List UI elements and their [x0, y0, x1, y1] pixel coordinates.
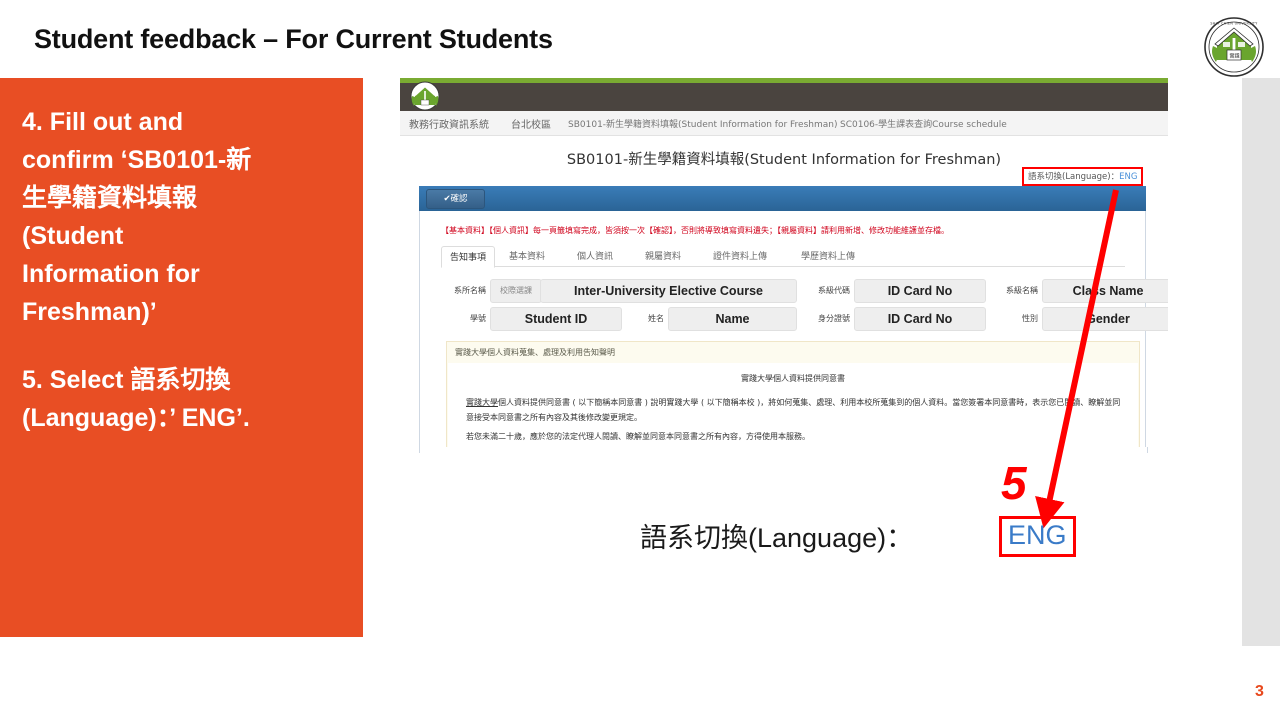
form-warning-text: 【基本資料】【個人資訊】每一頁籤填寫完成，皆須按一次【確認】，否則將導致填寫資料… [441, 226, 949, 235]
tab-document-upload[interactable]: 證件資料上傳 [705, 246, 775, 266]
label-name: 姓名 [648, 314, 664, 323]
instruction-line-1: 4. Fill out and [22, 108, 184, 136]
site-logo-icon [409, 80, 441, 112]
privacy-notice-box: 實踐大學個人資料蒐集、處理及利用告知聲明 實踐大學個人資料提供同意書 實踐大學個… [446, 341, 1140, 451]
right-decorative-strip [1242, 78, 1280, 646]
instruction-line-3: 生學籍資料填報 [22, 184, 198, 212]
privacy-notice-paragraph-2: 若您未滿二十歲，應於您的法定代理人閱讀、瞭解並同意本同意書之所有內容，方得使用本… [466, 432, 810, 441]
site-header [400, 80, 1168, 112]
value-department-code: 校際選課 [490, 279, 542, 303]
nav-item-sc0106[interactable]: SC0106-學生課表查詢Course schedule [840, 117, 1007, 130]
instruction-line-6: Freshman)’ [22, 298, 157, 326]
step-number-badge: 5 [1001, 457, 1027, 509]
instruction-line-2: confirm ‘SB0101-新 [22, 146, 252, 174]
form-field-row-2: 學號 Student ID 姓名 Name 身分證號 ID Card No 性別… [446, 307, 1168, 331]
browser-screenshot: 教務行政資訊系統 台北校區 SB0101-新生學籍資料填報(Student In… [400, 78, 1168, 453]
form-tab-bar: 告知事項 基本資料 個人資訊 親屬資料 證件資料上傳 學歷資料上傳 [441, 244, 1125, 268]
svg-text:實踐: 實踐 [1230, 53, 1240, 60]
form-panel-bottom-edge [419, 447, 1148, 453]
privacy-notice-paragraph-1-text: 個人資料提供同意書 ( 以下簡稱本同意書 ) 說明實踐大學 ( 以下簡稱本校 )… [466, 398, 1121, 422]
label-department-name: 系所名稱 [454, 286, 486, 295]
privacy-notice-paragraph-1: 實踐大學個人資料提供同意書 ( 以下簡稱本同意書 ) 說明實踐大學 ( 以下簡稱… [466, 395, 1121, 425]
nav-item-campus[interactable]: 台北校區 [511, 116, 551, 131]
language-switch-label: 語系切換(Language)： [1028, 172, 1120, 182]
shih-chien-university-logo: 實踐 SHIH CHIEN UNIVERSITY [1203, 16, 1265, 78]
value-class-code: ID Card No [854, 279, 986, 303]
label-class-name: 系級名稱 [1006, 286, 1038, 295]
value-student-id: Student ID [490, 307, 622, 331]
instruction-text: 4. Fill out and confirm ‘SB0101-新 生學籍資料填… [22, 103, 342, 437]
label-class-code: 系級代碼 [818, 286, 850, 295]
value-class-name: Class Name [1042, 279, 1168, 303]
label-gender: 性別 [1022, 314, 1038, 323]
form-panel-body: 【基本資料】【個人資訊】每一頁籤填寫完成，皆須按一次【確認】，否則將導致填寫資料… [419, 211, 1168, 453]
form-page-heading: SB0101-新生學籍資料填報(Student Information for … [566, 152, 1002, 168]
tab-basic-info[interactable]: 基本資料 [501, 246, 553, 266]
language-switch-value-eng[interactable]: ENG [1119, 172, 1137, 182]
slide-page-number: 3 [1255, 683, 1264, 700]
instruction-panel: 4. Fill out and confirm ‘SB0101-新 生學籍資料填… [0, 78, 363, 637]
site-nav-bar: 教務行政資訊系統 台北校區 SB0101-新生學籍資料填報(Student In… [400, 111, 1168, 136]
instruction-line-5: Information for [22, 260, 200, 288]
callout-label: 語系切換(Language)： [640, 523, 914, 553]
value-department-name: Inter-University Elective Course [540, 279, 797, 303]
callout-eng-highlight: ENG [999, 516, 1076, 558]
value-id-card-no: ID Card No [854, 307, 986, 331]
nav-item-system[interactable]: 教務行政資訊系統 [409, 116, 489, 131]
tab-education-upload[interactable]: 學歷資料上傳 [793, 246, 863, 266]
instruction-line-8: (Language)：’ ENG’. [22, 404, 250, 432]
page-title: Student feedback – For Current Students [34, 24, 553, 54]
label-id-card-no: 身分證號 [818, 314, 850, 323]
value-gender: Gender [1042, 307, 1168, 331]
instruction-line-7: 5. Select 語系切換 [22, 366, 231, 394]
nav-item-sb0101[interactable]: SB0101-新生學籍資料填報(Student Information for … [568, 117, 838, 130]
svg-text:SHIH CHIEN UNIVERSITY: SHIH CHIEN UNIVERSITY [1210, 22, 1258, 26]
value-name: Name [668, 307, 797, 331]
tab-notice[interactable]: 告知事項 [441, 246, 496, 268]
instruction-spacer [22, 331, 342, 361]
label-student-id: 學號 [470, 314, 486, 323]
privacy-notice-header: 實踐大學個人資料蒐集、處理及利用告知聲明 [455, 348, 615, 357]
confirm-button[interactable]: ✔確認 [426, 189, 485, 209]
instruction-line-4: (Student [22, 222, 124, 250]
tab-personal-info[interactable]: 個人資訊 [569, 246, 621, 266]
form-panel-toolbar [419, 186, 1146, 211]
privacy-notice-underlined-term: 實踐大學 [466, 398, 498, 407]
language-switch-control[interactable]: 語系切換(Language)：ENG [1022, 167, 1144, 186]
form-field-row-1: 系所名稱 校際選課 Inter-University Elective Cour… [446, 279, 1168, 303]
privacy-notice-body: 實踐大學個人資料提供同意書 實踐大學個人資料提供同意書 ( 以下簡稱本同意書 )… [448, 363, 1138, 449]
privacy-notice-title: 實踐大學個人資料提供同意書 [741, 374, 845, 383]
tab-family-info[interactable]: 親屬資料 [637, 246, 689, 266]
